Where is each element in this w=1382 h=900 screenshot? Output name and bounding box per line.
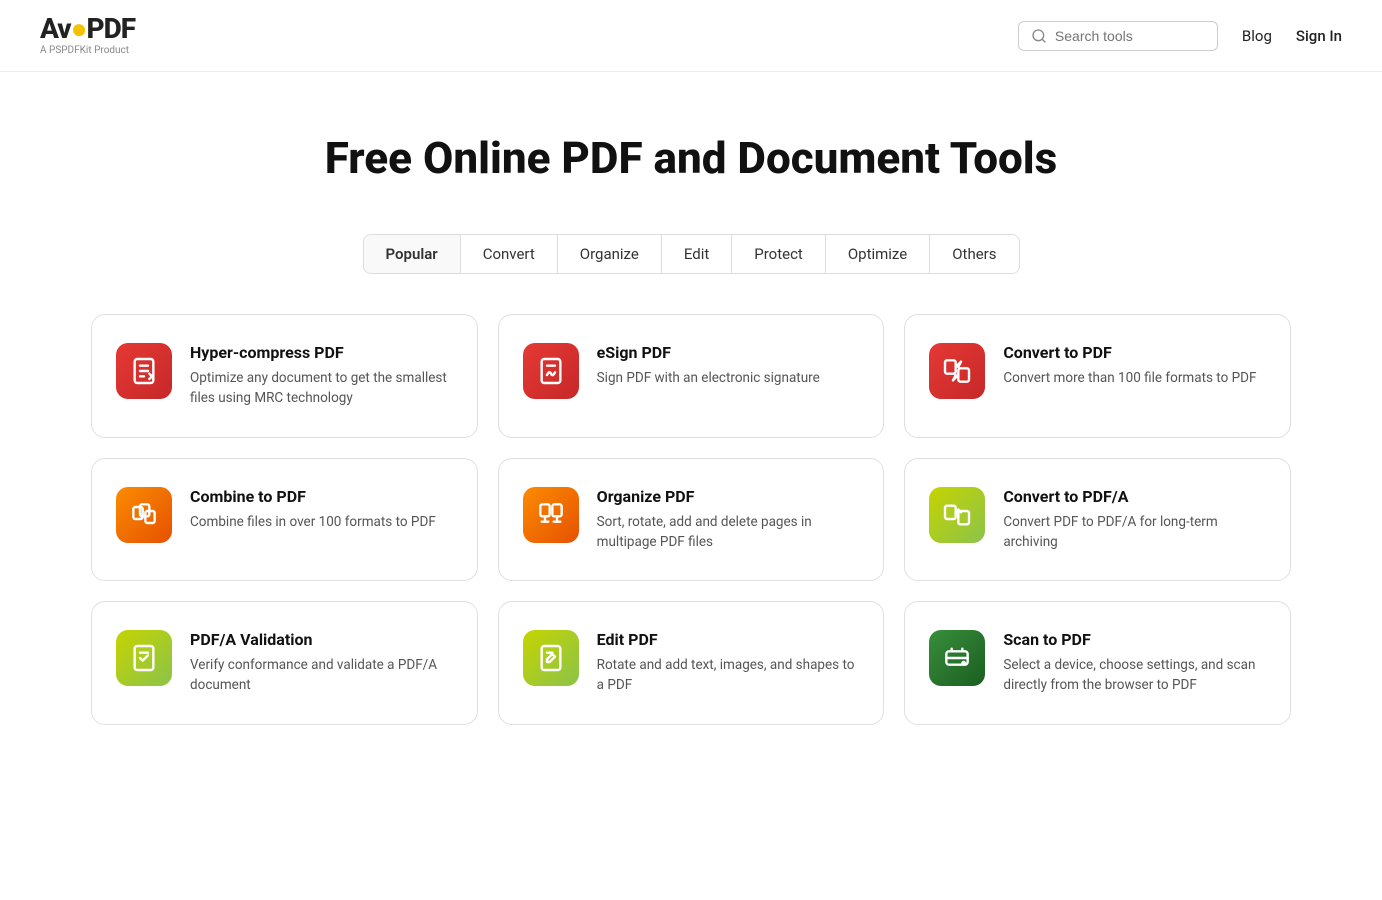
signin-link[interactable]: Sign In [1296, 27, 1342, 45]
tool-card-convert-pdfa[interactable]: Convert to PDF/A Convert PDF to PDF/A fo… [904, 458, 1291, 582]
esign-icon [523, 343, 579, 399]
tab-popular[interactable]: Popular [364, 235, 461, 273]
combine-title: Combine to PDF [190, 487, 453, 506]
tab-protect[interactable]: Protect [732, 235, 826, 273]
pdfa-validation-desc: Verify conformance and validate a PDF/A … [190, 655, 453, 696]
logo-av: Av [40, 12, 71, 45]
tool-card-scan[interactable]: Scan to PDF Select a device, choose sett… [904, 601, 1291, 725]
organize-desc: Sort, rotate, add and delete pages in mu… [597, 512, 860, 553]
convert-pdf-icon [929, 343, 985, 399]
pdfa-validation-title: PDF/A Validation [190, 630, 453, 649]
edit-pdf-icon [523, 630, 579, 686]
hyper-compress-info: Hyper-compress PDF Optimize any document… [190, 343, 453, 409]
scan-pdf-desc: Select a device, choose settings, and sc… [1003, 655, 1266, 696]
pdfa-validation-info: PDF/A Validation Verify conformance and … [190, 630, 453, 696]
logo-subtitle: A PSPDFKit Product [40, 45, 129, 56]
convert-pdfa-desc: Convert PDF to PDF/A for long-term archi… [1003, 512, 1266, 553]
tool-card-hyper-compress[interactable]: Hyper-compress PDF Optimize any document… [91, 314, 478, 438]
edit-pdf-title: Edit PDF [597, 630, 860, 649]
tool-card-combine[interactable]: Combine to PDF Combine files in over 100… [91, 458, 478, 582]
search-icon [1031, 28, 1047, 44]
hyper-compress-title: Hyper-compress PDF [190, 343, 453, 362]
logo-o-icon: ● [71, 12, 87, 45]
convert-pdfa-icon [929, 487, 985, 543]
search-box[interactable] [1018, 21, 1218, 51]
scan-pdf-icon [929, 630, 985, 686]
organize-title: Organize PDF [597, 487, 860, 506]
tab-others[interactable]: Others [930, 235, 1018, 273]
tool-card-pdfa-validation[interactable]: PDF/A Validation Verify conformance and … [91, 601, 478, 725]
convert-pdfa-title: Convert to PDF/A [1003, 487, 1266, 506]
tab-optimize[interactable]: Optimize [826, 235, 930, 273]
convert-pdf-info: Convert to PDF Convert more than 100 fil… [1003, 343, 1266, 388]
hyper-compress-desc: Optimize any document to get the smalles… [190, 368, 453, 409]
header: Av●PDF A PSPDFKit Product Blog Sign In [0, 0, 1382, 72]
logo[interactable]: Av●PDF A PSPDFKit Product [40, 15, 135, 56]
combine-info: Combine to PDF Combine files in over 100… [190, 487, 453, 532]
esign-desc: Sign PDF with an electronic signature [597, 368, 860, 388]
edit-pdf-desc: Rotate and add text, images, and shapes … [597, 655, 860, 696]
logo-pdf: PDF [87, 12, 136, 45]
combine-desc: Combine files in over 100 formats to PDF [190, 512, 453, 532]
tab-convert[interactable]: Convert [461, 235, 558, 273]
convert-pdf-title: Convert to PDF [1003, 343, 1266, 362]
organize-info: Organize PDF Sort, rotate, add and delet… [597, 487, 860, 553]
esign-info: eSign PDF Sign PDF with an electronic si… [597, 343, 860, 388]
scan-pdf-title: Scan to PDF [1003, 630, 1266, 649]
tool-card-edit[interactable]: Edit PDF Rotate and add text, images, an… [498, 601, 885, 725]
search-input[interactable] [1055, 28, 1205, 44]
hyper-compress-icon [116, 343, 172, 399]
tabs: Popular Convert Organize Edit Protect Op… [363, 234, 1020, 274]
blog-link[interactable]: Blog [1242, 27, 1272, 45]
esign-title: eSign PDF [597, 343, 860, 362]
tool-card-esign[interactable]: eSign PDF Sign PDF with an electronic si… [498, 314, 885, 438]
convert-pdf-desc: Convert more than 100 file formats to PD… [1003, 368, 1266, 388]
scan-pdf-info: Scan to PDF Select a device, choose sett… [1003, 630, 1266, 696]
header-right: Blog Sign In [1018, 21, 1342, 51]
convert-pdfa-info: Convert to PDF/A Convert PDF to PDF/A fo… [1003, 487, 1266, 553]
pdfa-validation-icon [116, 630, 172, 686]
organize-icon [523, 487, 579, 543]
tools-grid: Hyper-compress PDF Optimize any document… [31, 284, 1351, 785]
tool-card-convert-pdf[interactable]: Convert to PDF Convert more than 100 fil… [904, 314, 1291, 438]
tabs-wrapper: Popular Convert Organize Edit Protect Op… [0, 214, 1382, 284]
combine-icon [116, 487, 172, 543]
tab-edit[interactable]: Edit [662, 235, 732, 273]
tab-organize[interactable]: Organize [558, 235, 662, 273]
edit-pdf-info: Edit PDF Rotate and add text, images, an… [597, 630, 860, 696]
hero-title: Free Online PDF and Document Tools [40, 132, 1342, 184]
tool-card-organize[interactable]: Organize PDF Sort, rotate, add and delet… [498, 458, 885, 582]
hero-section: Free Online PDF and Document Tools [0, 72, 1382, 214]
